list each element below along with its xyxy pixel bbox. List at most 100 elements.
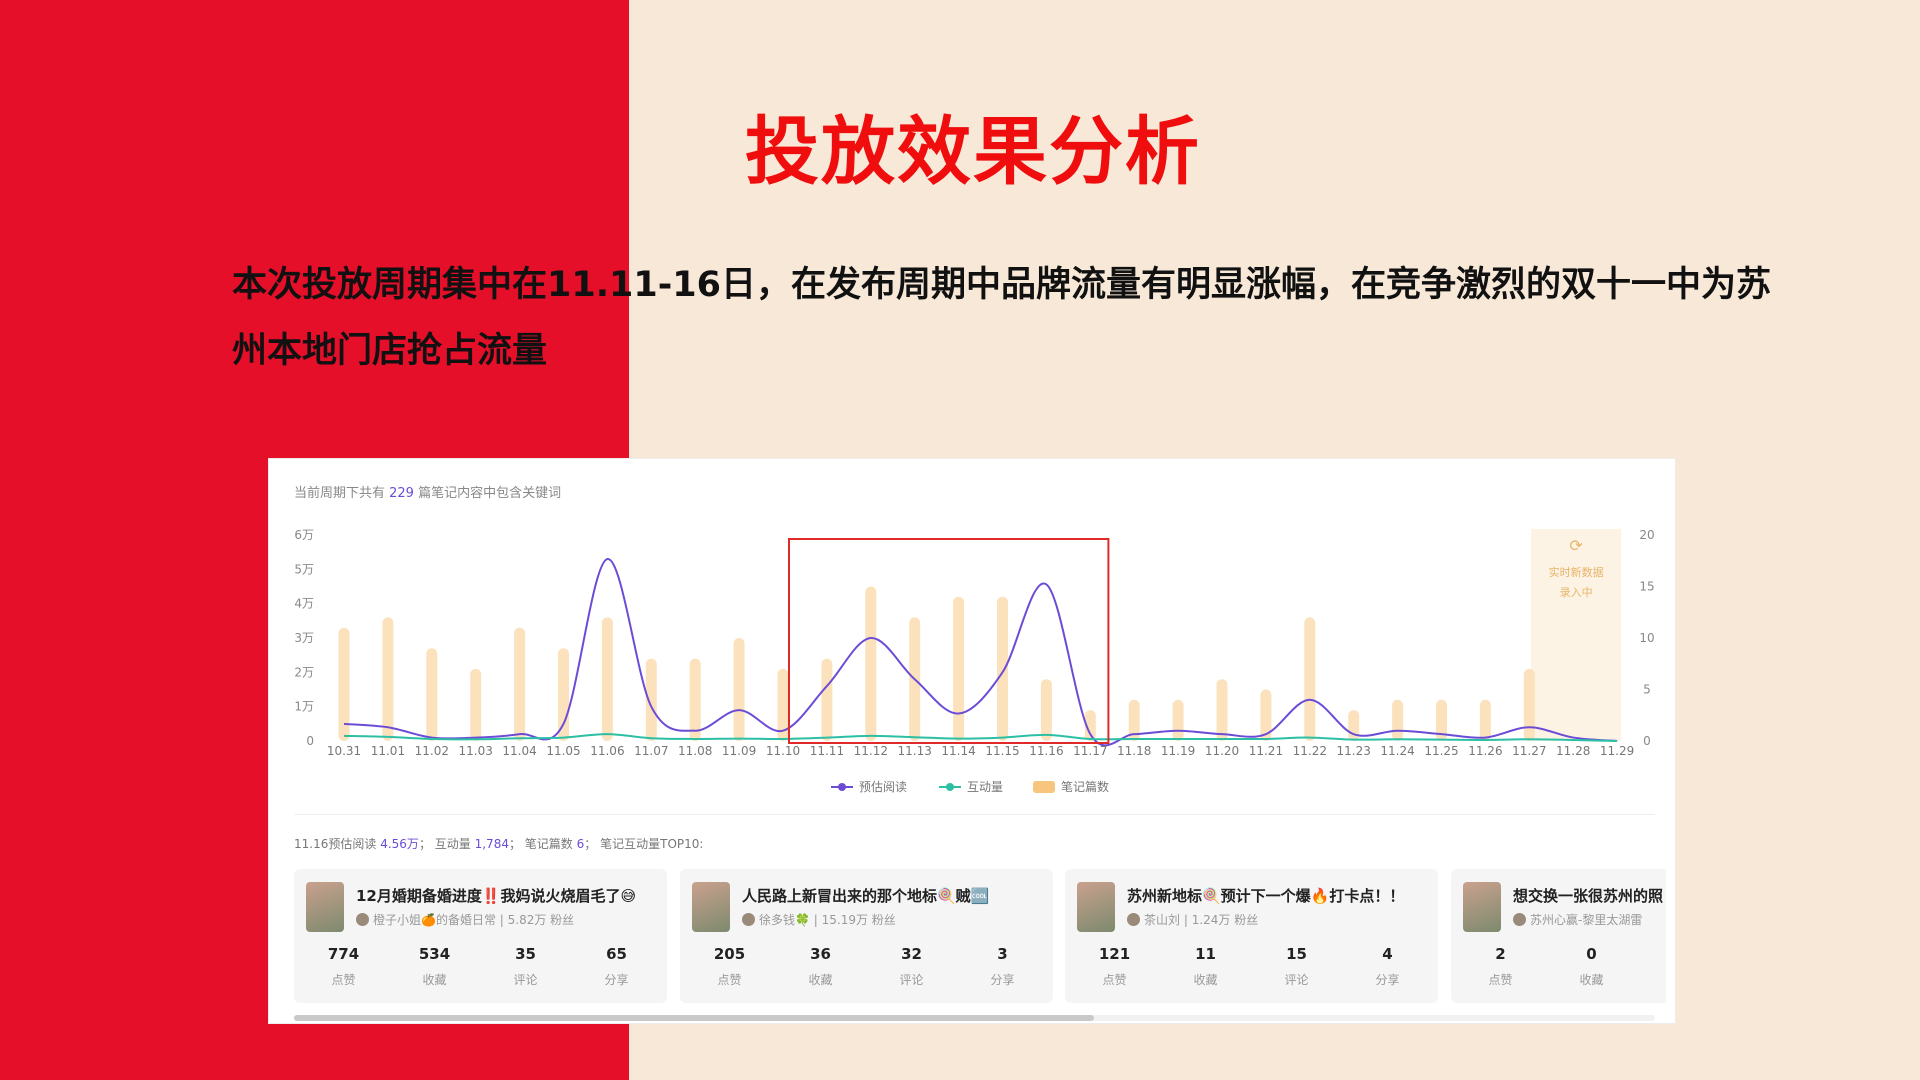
left-axis-tick: 0 [306, 734, 314, 748]
note-stat: 205 点赞 [684, 945, 775, 988]
summary-bar: 11.16预估阅读 4.56万； 互动量 1,784； 笔记篇数 6； 笔记互动… [294, 837, 704, 851]
x-axis-tick: 11.01 [371, 744, 405, 758]
stat-value: 36 [810, 945, 831, 963]
note-stat: 65 分享 [571, 945, 662, 988]
note-card[interactable]: 人民路上新冒出来的那个地标🍭贼🆒 徐多钱🍀 | 15.19万 粉丝 205 点赞 36 收… [680, 869, 1053, 1003]
note-count-bar [382, 617, 394, 741]
note-count-bar [1392, 699, 1404, 741]
x-axis-tick: 11.22 [1293, 744, 1327, 758]
note-card[interactable]: 想交换一张很苏州的照 苏州心赢-黎里太湖雷 2 点赞 0 收藏 [1451, 869, 1666, 1003]
right-axis-tick: 5 [1643, 683, 1651, 697]
note-author-line: 茶山刘 | 1.24万 粉丝 [1127, 911, 1258, 928]
stat-label: 分享 [1375, 973, 1400, 987]
intro-text: 本次投放周期集中在11.11-16日，在发布周期中品牌流量有明显涨幅，在竞争激烈… [232, 265, 1771, 371]
x-axis-tick: 11.21 [1249, 744, 1283, 758]
note-stat: 36 收藏 [775, 945, 866, 988]
legend-notes-swatch [1033, 781, 1055, 793]
summary-notes-value: 6 [576, 837, 585, 851]
x-axis-tick: 11.28 [1556, 744, 1590, 758]
x-axis-tick: 11.20 [1205, 744, 1239, 758]
note-thumbnail [306, 882, 344, 932]
x-axis-tick: 11.14 [941, 744, 975, 758]
note-author-line: 苏州心赢-黎里太湖雷 [1513, 911, 1642, 928]
note-count-bar [1523, 668, 1535, 741]
author-name: 橙子小姐🍊的备婚日常 | [373, 913, 508, 927]
note-title[interactable]: 人民路上新冒出来的那个地标🍭贼🆒 [742, 885, 989, 906]
note-title[interactable]: 12月婚期备婚进度‼️我妈说火烧眉毛了😅 [356, 885, 636, 906]
stat-value: 65 [606, 945, 627, 963]
author-avatar [1127, 913, 1140, 926]
note-count-bar [1216, 679, 1228, 741]
stat-value: 4 [1382, 945, 1393, 963]
scrollbar-thumb[interactable] [294, 1015, 1094, 1021]
x-axis-tick: 11.06 [590, 744, 624, 758]
summary-interact-value: 1,784 [474, 837, 509, 851]
author-fans: 1.24万 粉丝 [1191, 913, 1259, 927]
horizontal-scrollbar[interactable] [294, 1015, 1655, 1021]
stat-value: 121 [1098, 945, 1131, 963]
legend-label: 互动量 [967, 780, 1003, 794]
summary-interact-label: 互动量 [434, 837, 471, 851]
note-count-bar [689, 658, 701, 741]
note-count-bar [997, 596, 1008, 741]
chart-header: 当前周期下共有 229 篇笔记内容中包含关键词 [294, 485, 561, 501]
author-fans: 5.82万 粉丝 [507, 913, 575, 927]
note-title[interactable]: 想交换一张很苏州的照 [1513, 885, 1663, 906]
stat-value: 3 [997, 945, 1008, 963]
stat-label: 点赞 [717, 973, 742, 987]
note-stat: 32 评论 [866, 945, 957, 988]
author-name: 苏州心赢-黎里太湖雷 [1530, 913, 1643, 927]
x-axis-tick: 11.26 [1468, 744, 1502, 758]
stat-label: 点赞 [1488, 973, 1513, 987]
x-axis-tick: 11.27 [1512, 744, 1546, 758]
trend-chart: 当前周期下共有 229 篇笔记内容中包含关键词 ⟳ 实时新数据录入中 0 1万 2万 3万 4… [294, 485, 1655, 794]
note-count-bar [601, 617, 613, 741]
x-axis-tick: 11.04 [502, 744, 536, 758]
note-count-bar [1172, 699, 1184, 741]
x-axis-tick: 11.23 [1337, 744, 1371, 758]
x-axis-tick: 11.15 [985, 744, 1019, 758]
right-axis-tick: 0 [1643, 734, 1651, 748]
stat-value: 35 [515, 945, 536, 963]
realtime-badge-line2: 录入中 [1560, 586, 1593, 599]
legend-label: 预估阅读 [859, 780, 907, 794]
stat-value: 2 [1495, 945, 1506, 963]
note-title[interactable]: 苏州新地标🍭预计下一个爆🔥打卡点！！ [1127, 885, 1404, 906]
note-count-bar [865, 586, 877, 741]
x-axis-tick: 11.24 [1380, 744, 1414, 758]
realtime-badge-line1: 实时新数据 [1549, 565, 1604, 579]
note-count-bar [821, 658, 833, 741]
right-axis-tick: 15 [1639, 580, 1654, 594]
note-count-bar [1348, 710, 1360, 741]
right-axis-tick: 10 [1639, 631, 1654, 645]
x-axis-tick: 11.11 [810, 744, 844, 758]
note-thumbnail [1463, 882, 1501, 932]
note-count-bar [558, 648, 569, 741]
note-stat: 534 收藏 [389, 945, 480, 988]
legend-interact-dot [946, 783, 954, 791]
stat-label: 点赞 [331, 973, 356, 987]
stat-label: 评论 [899, 973, 924, 987]
stat-label: 分享 [604, 973, 629, 987]
note-card[interactable]: 苏州新地标🍭预计下一个爆🔥打卡点！！ 茶山刘 | 1.24万 粉丝 121 点赞 11 收… [1065, 869, 1438, 1003]
note-count-bar [470, 668, 482, 741]
note-stat: 35 评论 [480, 945, 571, 988]
legend-read-dot [838, 783, 846, 791]
note-card[interactable]: 12月婚期备婚进度‼️我妈说火烧眉毛了😅 橙子小姐🍊的备婚日常 | 5.82万 粉… [294, 869, 667, 1003]
x-axis-tick: 11.19 [1161, 744, 1195, 758]
highlight-box [788, 538, 1110, 744]
note-stat: 121 点赞 [1069, 945, 1160, 988]
x-axis-tick: 11.05 [546, 744, 580, 758]
x-axis-tick: 11.25 [1424, 744, 1458, 758]
left-axis-tick: 4万 [294, 597, 314, 611]
note-count-bar [426, 648, 438, 741]
summary-notes-label: 笔记篇数 [524, 837, 573, 851]
x-axis-tick: 11.10 [766, 744, 800, 758]
left-axis-tick: 5万 [294, 562, 314, 576]
right-axis-tick: 20 [1639, 528, 1654, 542]
note-stat: 774 点赞 [298, 945, 389, 988]
note-author-line: 徐多钱🍀 | 15.19万 粉丝 [742, 911, 896, 928]
stat-label: 收藏 [422, 973, 447, 987]
note-stat: 11 收藏 [1160, 945, 1251, 988]
left-axis-tick: 3万 [294, 631, 314, 645]
